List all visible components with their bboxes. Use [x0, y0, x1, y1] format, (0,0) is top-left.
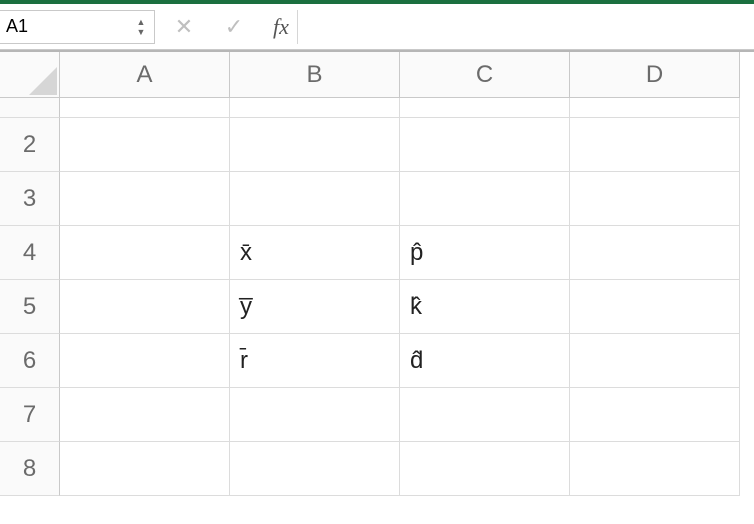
cell[interactable]	[570, 388, 740, 442]
accept-icon[interactable]: ✓	[223, 14, 245, 40]
cell[interactable]	[230, 118, 400, 172]
cell[interactable]	[60, 280, 230, 334]
row-header[interactable]: 8	[0, 442, 60, 496]
row-header[interactable]: 4	[0, 226, 60, 280]
cell[interactable]	[570, 118, 740, 172]
name-box-stepper[interactable]: ▲ ▼	[134, 11, 148, 43]
cell[interactable]	[570, 442, 740, 496]
row-header[interactable]: 2	[0, 118, 60, 172]
row-header[interactable]	[0, 98, 60, 118]
grid-row: 7	[0, 388, 754, 442]
cell[interactable]: p̂	[400, 226, 570, 280]
formula-bar: ▲ ▼ ✕ ✓ fx	[0, 0, 754, 50]
cell[interactable]	[230, 172, 400, 226]
row-header[interactable]: 5	[0, 280, 60, 334]
grid-row: 8	[0, 442, 754, 496]
cell[interactable]	[230, 98, 400, 118]
cell[interactable]	[400, 442, 570, 496]
cell[interactable]	[570, 172, 740, 226]
formula-input[interactable]	[297, 10, 754, 44]
grid-row: 2	[0, 118, 754, 172]
grid-row: 4 x̄ p̂	[0, 226, 754, 280]
cell[interactable]	[400, 98, 570, 118]
name-box[interactable]	[0, 12, 154, 41]
row-header[interactable]: 3	[0, 172, 60, 226]
chevron-up-icon[interactable]: ▲	[134, 18, 148, 26]
column-header[interactable]: B	[230, 52, 400, 98]
cell[interactable]	[570, 280, 740, 334]
formula-bar-buttons: ✕ ✓ fx	[155, 14, 289, 40]
cell[interactable]	[60, 388, 230, 442]
select-all-corner[interactable]	[0, 52, 60, 98]
cell[interactable]	[60, 172, 230, 226]
grid-row	[0, 98, 754, 118]
cell[interactable]	[60, 442, 230, 496]
name-box-container: ▲ ▼	[0, 10, 155, 44]
cell[interactable]: d̂	[400, 334, 570, 388]
cell[interactable]: y̅	[230, 280, 400, 334]
cell[interactable]	[230, 442, 400, 496]
chevron-down-icon[interactable]: ▼	[134, 28, 148, 36]
column-header[interactable]: C	[400, 52, 570, 98]
cell[interactable]	[60, 226, 230, 280]
cell[interactable]	[570, 226, 740, 280]
corner-triangle-icon	[29, 67, 57, 95]
column-header[interactable]: A	[60, 52, 230, 98]
cell[interactable]	[60, 334, 230, 388]
cell[interactable]	[400, 388, 570, 442]
cell[interactable]	[570, 98, 740, 118]
cell[interactable]: k̂	[400, 280, 570, 334]
cell[interactable]	[400, 118, 570, 172]
cell[interactable]: r̄	[230, 334, 400, 388]
row-header[interactable]: 6	[0, 334, 60, 388]
cell[interactable]	[60, 98, 230, 118]
grid-row: 3	[0, 172, 754, 226]
cell[interactable]	[60, 118, 230, 172]
fx-icon[interactable]: fx	[273, 14, 289, 40]
cell[interactable]	[400, 172, 570, 226]
row-header[interactable]: 7	[0, 388, 60, 442]
grid-row: 5 y̅ k̂	[0, 280, 754, 334]
cell[interactable]: x̄	[230, 226, 400, 280]
grid-row: 6 r̄ d̂	[0, 334, 754, 388]
cell[interactable]	[230, 388, 400, 442]
cell[interactable]	[570, 334, 740, 388]
spreadsheet: A B C D 2 3 4 x̄ p̂ 5 y̅ k̂	[0, 50, 754, 496]
cancel-icon[interactable]: ✕	[173, 14, 195, 40]
column-header-row: A B C D	[0, 52, 754, 98]
column-header[interactable]: D	[570, 52, 740, 98]
